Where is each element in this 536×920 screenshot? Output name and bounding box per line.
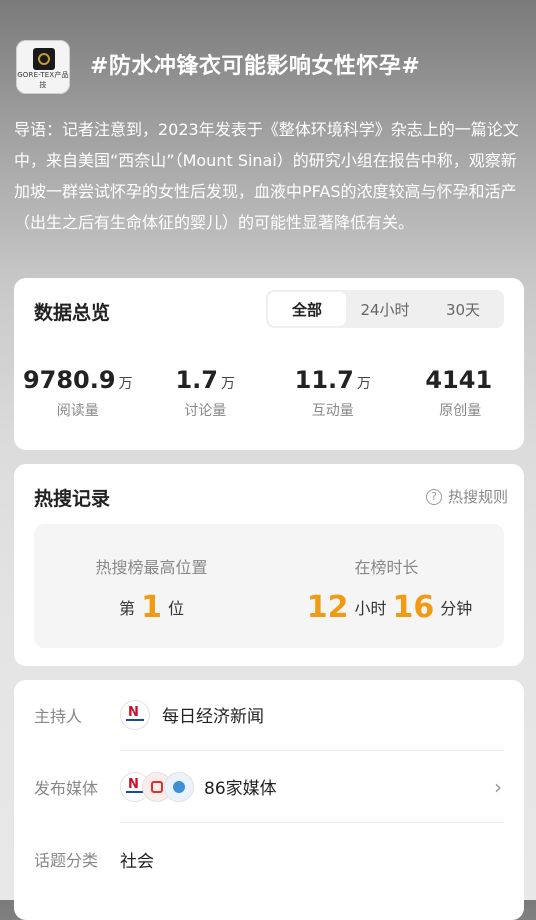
stat-unit: 万 (118, 376, 133, 392)
duration-block: 在榜时长 12 小时 16 分钟 (269, 524, 504, 648)
minutes-unit: 分钟 (440, 599, 473, 618)
stat-value: 4141 (425, 366, 493, 394)
tab-24h[interactable]: 24小时 (346, 292, 424, 326)
stat-interactions: 11.7 万 互动量 (269, 366, 397, 420)
media-avatar-stack (120, 771, 194, 802)
category-key: 话题分类 (34, 851, 99, 870)
media-row[interactable]: 发布媒体 86家媒体 › (34, 752, 504, 823)
highest-rank-label: 热搜榜最高位置 (95, 558, 208, 577)
gore-tex-logo-icon (33, 48, 55, 70)
stat-value: 11.7 (294, 366, 354, 394)
media-avatar-icon (164, 771, 194, 802)
tab-all[interactable]: 全部 (268, 292, 346, 326)
duration-label: 在榜时长 (354, 558, 419, 577)
topic-intro: 导语：记者注意到，2023年发表于《整体环境科学》杂志上的一篇论文中，来自美国“… (14, 120, 519, 232)
rank-prefix: 第 (119, 599, 136, 618)
stat-label: 阅读量 (56, 403, 99, 419)
site-watermark: 都市客 METROER.COM (398, 825, 522, 888)
chevron-right-icon: › (494, 774, 502, 799)
rank-number: 1 (141, 590, 162, 625)
host-value[interactable]: 每日经济新闻 (120, 680, 504, 751)
watermark-en: METROER.COM (397, 870, 522, 888)
stat-discussions: 1.7 万 讨论量 (142, 366, 270, 420)
host-key: 主持人 (34, 707, 83, 726)
stats-row: 9780.9 万 阅读量 1.7 万 讨论量 11.7 万 互动量 4141 原创量 (14, 366, 524, 420)
media-count: 86家媒体 (204, 779, 277, 799)
topic-title: #防水冲锋衣可能影响女性怀孕# (90, 54, 421, 79)
duration-minutes: 16 (392, 590, 435, 625)
duration-hours: 12 (306, 590, 349, 625)
topic-header: GORE-TEX产品技 #防水冲锋衣可能影响女性怀孕# (14, 40, 522, 100)
question-mark-icon: ? (425, 488, 442, 505)
nbd-avatar-icon (120, 699, 150, 730)
hot-search-rules-label: 热搜规则 (447, 488, 508, 506)
time-range-tabs: 全部 24小时 30天 (266, 290, 504, 328)
media-value[interactable]: 86家媒体 › (120, 752, 504, 823)
stat-value: 9780.9 (22, 366, 116, 394)
host-row: 主持人 每日经济新闻 (34, 680, 504, 751)
stat-label: 原创量 (439, 403, 482, 419)
watermark-cn: 都市客 (402, 833, 517, 873)
topic-logo[interactable]: GORE-TEX产品技 (16, 40, 70, 94)
duration-value: 12 小时 16 分钟 (269, 590, 504, 625)
hours-unit: 小时 (354, 599, 387, 618)
logo-text: GORE-TEX产品技 (17, 71, 69, 89)
highest-rank-value: 第1位 (34, 590, 269, 625)
stat-reads: 9780.9 万 阅读量 (14, 366, 142, 420)
stat-originals: 4141 原创量 (397, 366, 525, 420)
data-overview-card: 数据总览 全部 24小时 30天 9780.9 万 阅读量 1.7 万 讨论量 11… (14, 278, 524, 450)
stat-value: 1.7 (175, 366, 218, 394)
rank-suffix: 位 (167, 599, 184, 618)
hot-search-stats: 热搜榜最高位置 第1位 在榜时长 12 小时 16 分钟 (34, 524, 504, 648)
highest-rank-block: 热搜榜最高位置 第1位 (34, 524, 269, 648)
media-key: 发布媒体 (34, 779, 99, 798)
hot-search-rules-link[interactable]: ? 热搜规则 (425, 486, 508, 507)
stat-unit: 万 (221, 376, 235, 392)
stat-label: 讨论量 (184, 403, 227, 419)
hot-search-title: 热搜记录 (34, 488, 111, 510)
data-overview-title: 数据总览 (34, 302, 111, 324)
host-name: 每日经济新闻 (162, 707, 264, 727)
tab-30d[interactable]: 30天 (424, 292, 502, 326)
hot-search-card: 热搜记录 ? 热搜规则 热搜榜最高位置 第1位 在榜时长 12 小时 16 分钟 (14, 464, 524, 666)
stat-unit: 万 (356, 376, 371, 392)
stat-label: 互动量 (311, 403, 354, 419)
